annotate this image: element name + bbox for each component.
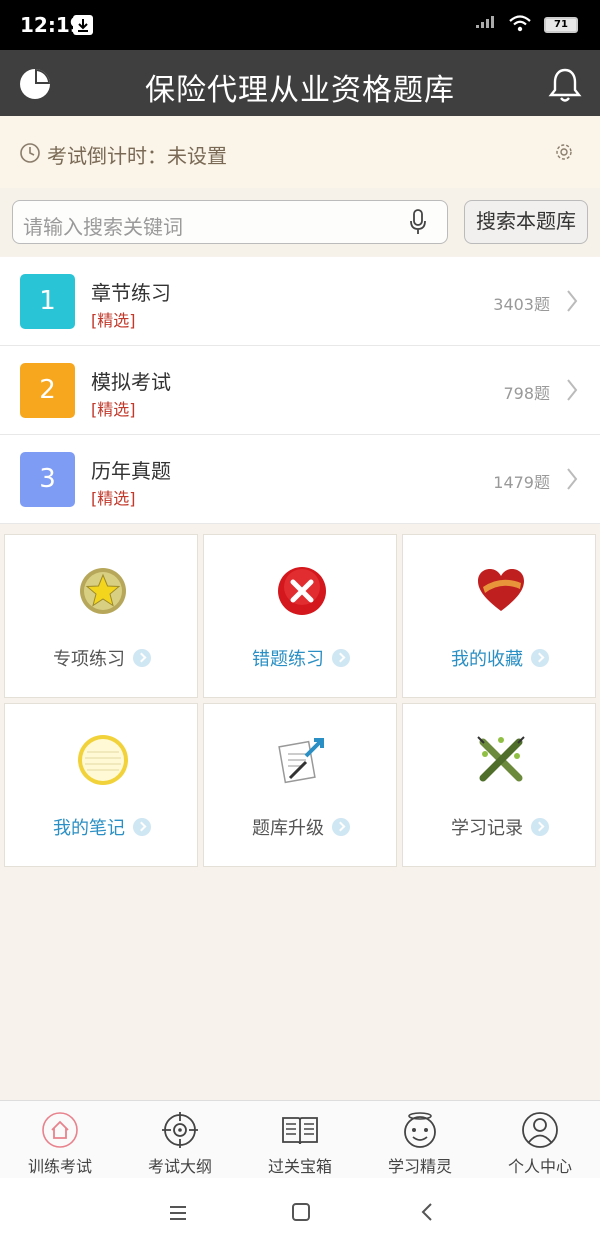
user-icon bbox=[522, 1112, 558, 1148]
item-title: 模拟考试 bbox=[91, 370, 171, 394]
search-placeholder: 请输入搜索关键词 bbox=[23, 215, 183, 239]
item-tag: [精选] bbox=[91, 311, 136, 330]
red-x-icon bbox=[276, 565, 328, 617]
notepad-icon bbox=[77, 734, 129, 786]
tile-special-practice[interactable]: 专项练习 bbox=[4, 534, 198, 698]
bell-icon[interactable] bbox=[548, 67, 582, 107]
back-icon[interactable] bbox=[420, 1202, 434, 1226]
tile-label: 题库升级 bbox=[252, 818, 324, 839]
crossed-pencils-icon bbox=[475, 734, 527, 786]
bottom-tab-bar: 训练考试 考试大纲 过关宝箱 学习精灵 个人中心 bbox=[0, 1100, 600, 1178]
smiley-icon bbox=[404, 1112, 436, 1148]
tile-wrong-questions[interactable]: 错题练习 bbox=[203, 534, 397, 698]
item-title: 章节练习 bbox=[91, 281, 171, 305]
list-item-mock-exam[interactable]: 2 模拟考试 [精选] 798题 bbox=[0, 346, 600, 435]
heart-icon bbox=[475, 565, 527, 617]
timer-icon bbox=[19, 142, 41, 168]
number-badge: 3 bbox=[20, 452, 75, 507]
tile-label: 我的收藏 bbox=[451, 649, 523, 670]
tile-label: 专项练习 bbox=[53, 649, 125, 670]
number-badge: 1 bbox=[20, 274, 75, 329]
tile-bank-upgrade[interactable]: 题库升级 bbox=[203, 703, 397, 867]
tab-label: 个人中心 bbox=[507, 1157, 572, 1176]
star-medal-icon bbox=[77, 565, 129, 617]
status-bar: 12:19 71 bbox=[0, 0, 600, 50]
item-title: 历年真题 bbox=[91, 459, 171, 483]
home-icon bbox=[42, 1112, 78, 1148]
tab-study-sprite[interactable]: 学习精灵 bbox=[360, 1101, 480, 1179]
tile-my-notes[interactable]: 我的笔记 bbox=[4, 703, 198, 867]
practice-list: 1 章节练习 [精选] 3403题 2 模拟考试 [精选] 798题 3 历年真… bbox=[0, 257, 600, 524]
arrow-circle-icon bbox=[531, 649, 549, 667]
feature-grid: 专项练习 错题练习 我的收藏 我的笔记 题库升级 学习记录 bbox=[0, 530, 600, 870]
exam-countdown[interactable]: 考试倒计时：未设置 bbox=[0, 116, 600, 188]
tile-favorites[interactable]: 我的收藏 bbox=[402, 534, 596, 698]
tile-label: 错题练习 bbox=[252, 649, 324, 670]
arrow-circle-icon bbox=[133, 649, 151, 667]
home-square-icon[interactable] bbox=[291, 1202, 311, 1226]
item-count: 1479题 bbox=[493, 473, 550, 492]
search-bank-button[interactable]: 搜索本题库 bbox=[464, 200, 588, 244]
arrow-circle-icon bbox=[332, 818, 350, 836]
countdown-text: 考试倒计时：未设置 bbox=[47, 144, 227, 168]
tab-personal-center[interactable]: 个人中心 bbox=[480, 1101, 600, 1179]
tile-label: 我的笔记 bbox=[53, 818, 125, 839]
arrow-circle-icon bbox=[332, 649, 350, 667]
book-icon bbox=[282, 1117, 318, 1145]
upgrade-doc-icon bbox=[276, 734, 328, 786]
tile-label: 学习记录 bbox=[451, 818, 523, 839]
chevron-right-icon bbox=[566, 378, 578, 406]
list-item-chapter[interactable]: 1 章节练习 [精选] 3403题 bbox=[0, 257, 600, 346]
page-title: 保险代理从业资格题库 bbox=[145, 73, 455, 108]
tab-training-exam[interactable]: 训练考试 bbox=[0, 1101, 120, 1179]
chevron-right-icon bbox=[566, 289, 578, 317]
battery-icon: 71 bbox=[544, 17, 578, 33]
download-icon bbox=[73, 15, 93, 35]
list-item-past-papers[interactable]: 3 历年真题 [精选] 1479题 bbox=[0, 435, 600, 524]
tab-label: 训练考试 bbox=[27, 1157, 92, 1176]
arrow-circle-icon bbox=[531, 818, 549, 836]
tab-treasure-box[interactable]: 过关宝箱 bbox=[240, 1101, 360, 1179]
search-row: 请输入搜索关键词 搜索本题库 bbox=[0, 188, 600, 256]
number-badge: 2 bbox=[20, 363, 75, 418]
tab-label: 学习精灵 bbox=[387, 1157, 452, 1176]
chevron-right-icon bbox=[566, 467, 578, 495]
item-count: 798题 bbox=[503, 384, 550, 403]
tab-label: 过关宝箱 bbox=[267, 1157, 332, 1176]
item-tag: [精选] bbox=[91, 489, 136, 508]
tab-exam-outline[interactable]: 考试大纲 bbox=[120, 1101, 240, 1179]
search-input[interactable]: 请输入搜索关键词 bbox=[12, 200, 448, 244]
arrow-circle-icon bbox=[133, 818, 151, 836]
tab-label: 考试大纲 bbox=[147, 1157, 212, 1176]
target-icon bbox=[162, 1112, 198, 1148]
tile-study-record[interactable]: 学习记录 bbox=[402, 703, 596, 867]
microphone-icon[interactable] bbox=[409, 209, 427, 239]
system-nav-bar bbox=[0, 1178, 600, 1249]
wifi-icon bbox=[508, 14, 532, 36]
app-header: 保险代理从业资格题库 bbox=[0, 50, 600, 116]
settings-gear-icon[interactable] bbox=[555, 143, 573, 165]
menu-icon[interactable] bbox=[168, 1204, 188, 1226]
signal-icon bbox=[476, 15, 496, 35]
item-count: 3403题 bbox=[493, 295, 550, 314]
item-tag: [精选] bbox=[91, 400, 136, 419]
